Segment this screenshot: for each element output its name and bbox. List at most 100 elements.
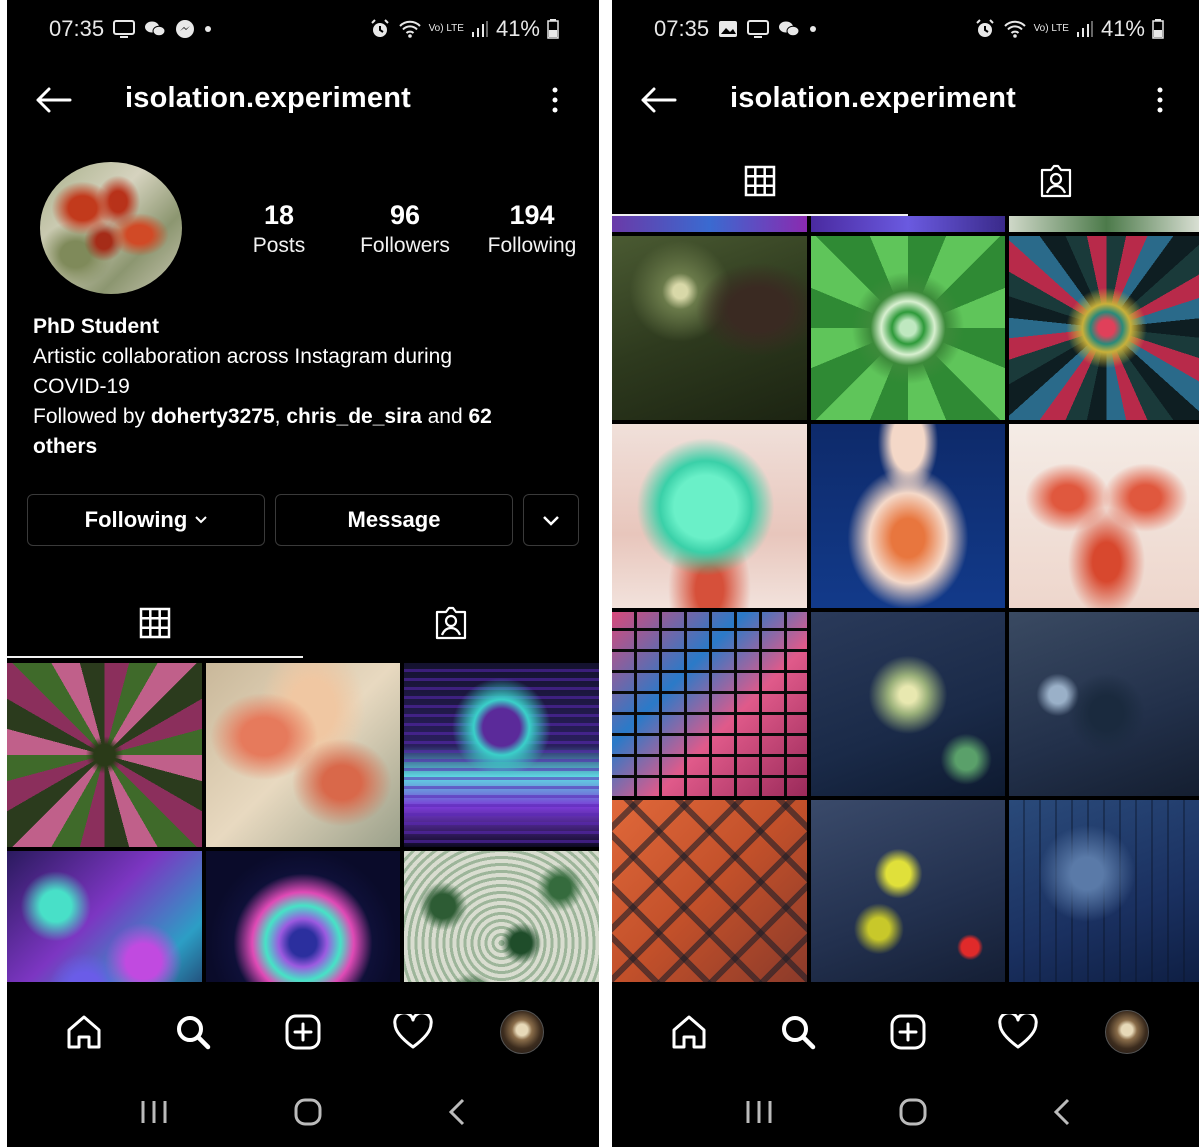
post-tile[interactable]: [810, 612, 1006, 796]
nav-search[interactable]: [768, 1002, 828, 1062]
recent-apps-button[interactable]: [139, 1099, 169, 1130]
profile-avatar-small: [1105, 1010, 1150, 1054]
followed-by-and: and: [427, 405, 463, 428]
notification-dot-icon: [204, 25, 212, 33]
bottom-nav: [612, 982, 1199, 1082]
following-stat[interactable]: 194 Following: [477, 200, 587, 262]
nav-new-post[interactable]: [273, 1002, 333, 1062]
gallery-icon: [718, 20, 738, 38]
status-time: 07:35: [654, 16, 710, 41]
system-nav-bar: [7, 1082, 599, 1147]
tab-tagged[interactable]: [303, 588, 599, 658]
post-tile[interactable]: [612, 424, 807, 608]
nav-search[interactable]: [163, 1002, 223, 1062]
nav-home[interactable]: [54, 1002, 114, 1062]
post-tile[interactable]: [810, 424, 1006, 608]
profile-screen: 07:35 Vo) LTE 41% isolation.experiment 1…: [7, 0, 599, 1147]
nav-activity[interactable]: [383, 1002, 443, 1062]
home-circle-icon: [899, 1098, 927, 1126]
nav-activity[interactable]: [988, 1002, 1048, 1062]
tab-tagged[interactable]: [908, 146, 1199, 216]
followed-by-user-2[interactable]: chris_de_sira: [286, 405, 421, 428]
nav-new-post[interactable]: [878, 1002, 938, 1062]
message-button-label: Message: [347, 507, 441, 532]
followed-by-user-1[interactable]: doherty3275: [151, 405, 275, 428]
followers-stat[interactable]: 96 Followers: [333, 200, 477, 262]
system-nav-bar: [612, 1082, 1199, 1147]
messenger-icon: [175, 19, 195, 39]
post-tile[interactable]: [612, 612, 807, 796]
chevron-down-icon: [195, 516, 208, 524]
back-button[interactable]: [638, 82, 678, 118]
post-tile[interactable]: [612, 800, 807, 984]
post-tile[interactable]: [1009, 424, 1199, 608]
heart-icon: [392, 1014, 433, 1049]
post-tile[interactable]: [612, 216, 807, 232]
profile-tabs: [7, 588, 599, 658]
followers-count: 96: [389, 200, 421, 230]
post-tile[interactable]: [404, 663, 599, 847]
post-tile[interactable]: [810, 216, 1006, 232]
recent-apps-icon: [141, 1101, 167, 1123]
nav-profile[interactable]: [1097, 1002, 1157, 1062]
following-button-label: Following: [84, 507, 188, 532]
bio-name: PhD Student: [33, 315, 159, 338]
profile-username: isolation.experiment: [125, 82, 412, 114]
home-system-button[interactable]: [293, 1097, 323, 1132]
system-back-button[interactable]: [447, 1097, 467, 1132]
profile-bio: PhD Student Artistic collaboration acros…: [33, 312, 553, 462]
post-tile[interactable]: [1009, 216, 1199, 232]
post-tile[interactable]: [205, 663, 401, 847]
profile-avatar[interactable]: [40, 162, 182, 294]
home-icon: [672, 1015, 706, 1049]
posts-count: 18: [263, 200, 295, 230]
system-back-button[interactable]: [1052, 1097, 1072, 1132]
tab-grid[interactable]: [7, 588, 303, 658]
post-tile[interactable]: [1009, 800, 1199, 984]
nav-profile[interactable]: [492, 1002, 552, 1062]
search-icon: [177, 1016, 211, 1050]
battery-percent: 41%: [495, 16, 540, 41]
app-header: isolation.experiment: [612, 70, 1199, 130]
home-circle-icon: [294, 1098, 322, 1126]
post-tile[interactable]: [1009, 236, 1199, 420]
nav-home[interactable]: [659, 1002, 719, 1062]
more-options-button[interactable]: [545, 82, 565, 118]
profile-stats: 18 Posts 96 Followers 194 Following: [235, 200, 587, 262]
network-type: Vo) LTE: [428, 23, 464, 34]
followed-by-count[interactable]: 62: [469, 405, 492, 428]
post-tile[interactable]: [612, 236, 807, 420]
grid-icon: [139, 607, 171, 639]
signal-icon: [471, 20, 489, 38]
alarm-icon: [369, 18, 391, 40]
post-tile[interactable]: [810, 800, 1006, 984]
followers-label: Followers: [360, 234, 450, 257]
followed-by-prefix: Followed by: [33, 405, 146, 428]
followed-by-others[interactable]: others: [33, 435, 97, 458]
suggested-dropdown-button[interactable]: [523, 494, 579, 546]
tagged-person-icon: [1040, 164, 1072, 198]
tagged-person-icon: [435, 606, 467, 640]
profile-actions: Following Message: [27, 494, 579, 546]
back-button[interactable]: [33, 82, 73, 118]
back-arrow-icon: [641, 87, 677, 113]
post-tile[interactable]: [7, 663, 202, 847]
chevron-down-icon: [543, 515, 559, 526]
more-options-button[interactable]: [1150, 82, 1170, 118]
battery-icon: [547, 19, 559, 39]
status-time: 07:35: [49, 16, 105, 41]
posts-stat[interactable]: 18 Posts: [235, 200, 323, 262]
following-button[interactable]: Following: [27, 494, 265, 546]
message-button[interactable]: Message: [275, 494, 513, 546]
system-back-icon: [1053, 1098, 1070, 1126]
add-post-icon: [890, 1014, 926, 1050]
recent-apps-button[interactable]: [744, 1099, 774, 1130]
post-tile[interactable]: [810, 236, 1006, 420]
more-vertical-icon: [1157, 87, 1163, 113]
battery-icon: [1152, 19, 1164, 39]
add-post-icon: [285, 1014, 321, 1050]
tab-grid[interactable]: [612, 146, 908, 216]
home-system-button[interactable]: [898, 1097, 928, 1132]
post-tile[interactable]: [1009, 612, 1199, 796]
following-label: Following: [487, 234, 577, 257]
